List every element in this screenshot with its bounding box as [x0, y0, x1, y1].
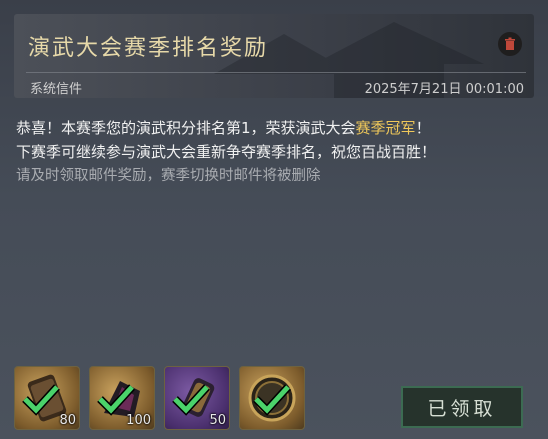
header-divider: [26, 72, 526, 73]
reward-count: 50: [209, 413, 226, 428]
mail-sender: 系统信件: [30, 82, 83, 97]
message-line-1: 恭喜！本赛季您的演武积分排名第1，荣获演武大会赛季冠军！: [16, 119, 431, 137]
reward-item-4[interactable]: [239, 366, 305, 430]
claimed-button[interactable]: 已领取: [401, 386, 523, 428]
reward-item-1[interactable]: 80: [14, 366, 80, 430]
check-icon: [22, 384, 60, 416]
reward-list: 80 100 50: [14, 366, 305, 430]
highlight-text: 赛季冠军: [355, 119, 416, 137]
mail-body: 恭喜！本赛季您的演武积分排名第1，荣获演武大会赛季冠军！ 下赛季可继续参与演武大…: [16, 116, 536, 188]
delete-mail-button[interactable]: [498, 32, 522, 56]
reward-item-3[interactable]: 50: [164, 366, 230, 430]
reward-item-2[interactable]: 100: [89, 366, 155, 430]
reward-count: 80: [59, 413, 76, 428]
mail-title: 演武大会赛季排名奖励: [28, 36, 269, 61]
mail-header: 演武大会赛季排名奖励 系统信件 2025年7月21日 00:01:00: [14, 14, 534, 98]
trash-icon: [505, 37, 515, 50]
check-icon: [172, 384, 210, 416]
check-icon: [253, 384, 291, 416]
message-hint: 请及时领取邮件奖励，赛季切换时邮件将被删除: [16, 168, 321, 184]
message-line-2: 下赛季可继续参与演武大会重新争夺赛季排名，祝您百战百胜！: [16, 143, 437, 161]
reward-count: 100: [126, 413, 151, 428]
mail-date: 2025年7月21日 00:01:00: [364, 82, 524, 97]
